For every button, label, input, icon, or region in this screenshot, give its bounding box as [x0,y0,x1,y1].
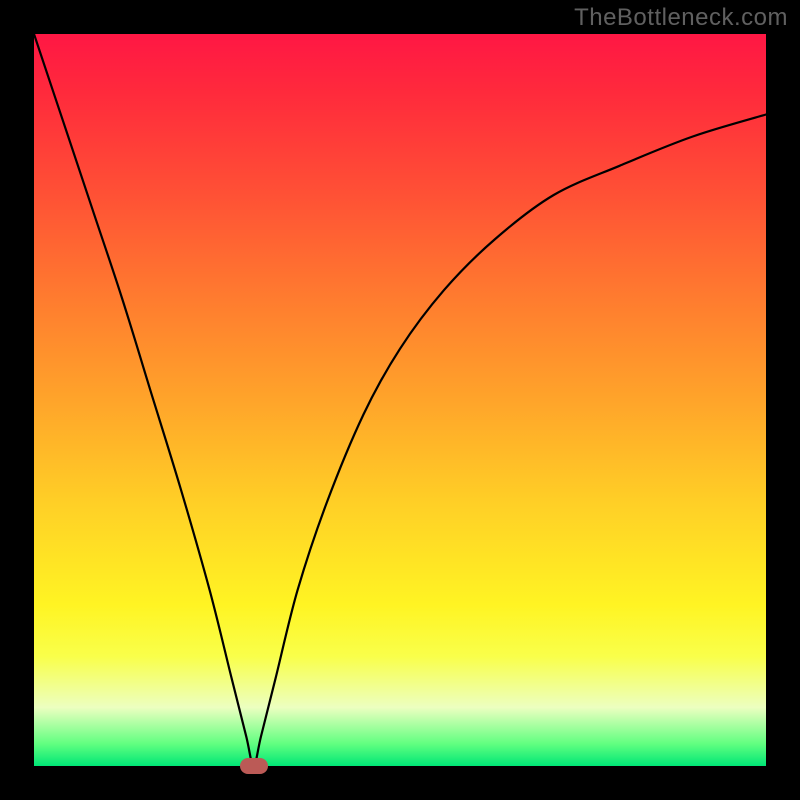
watermark-text: TheBottleneck.com [574,4,788,32]
curve-path [34,34,766,766]
optimum-marker [240,758,268,774]
chart-frame: TheBottleneck.com [0,0,800,800]
plot-area [34,34,766,766]
bottleneck-curve [34,34,766,766]
